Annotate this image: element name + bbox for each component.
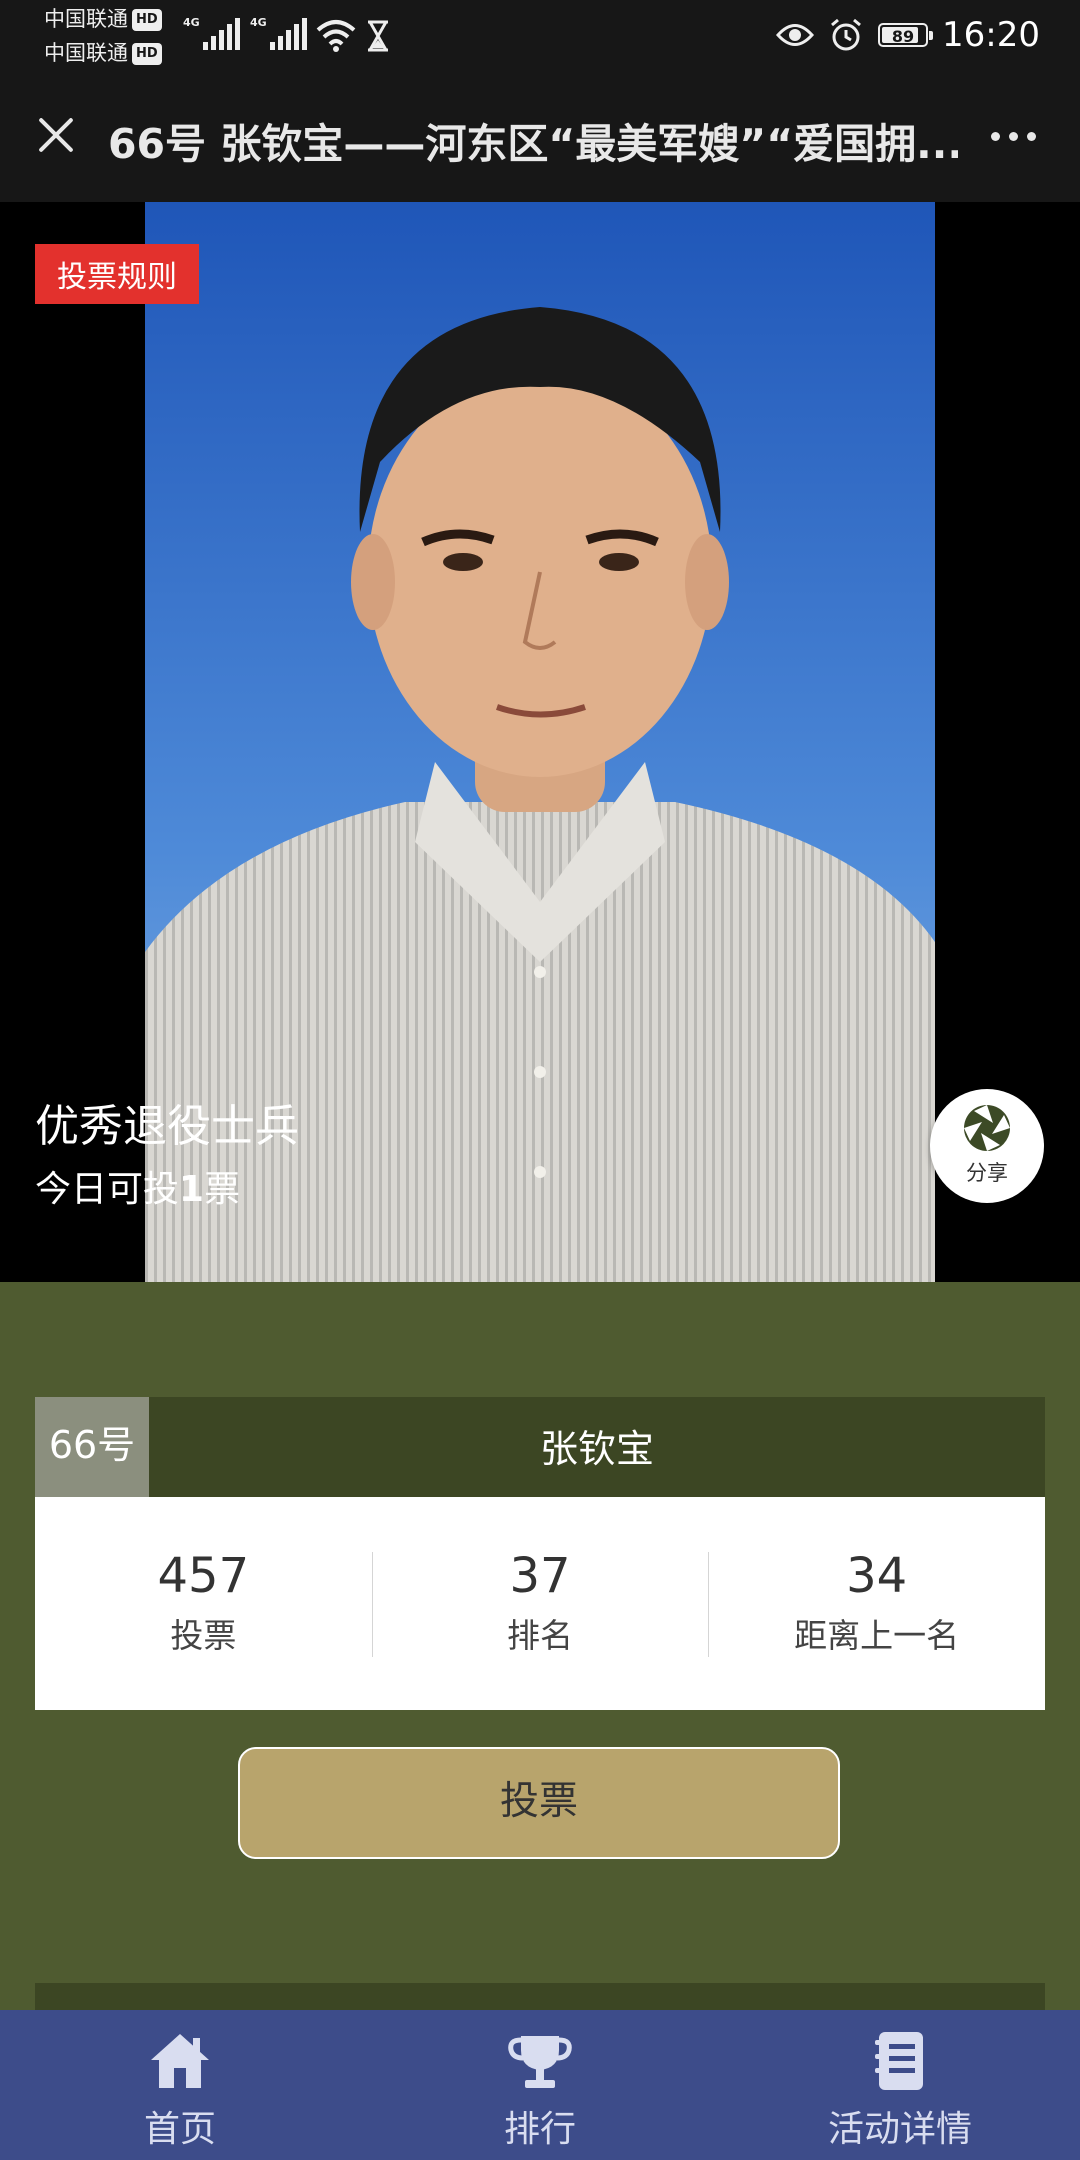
- votes-remaining-today: 今日可投1票: [35, 1169, 241, 1210]
- battery-icon: 89: [878, 23, 934, 47]
- candidate-name: 张钦宝: [539, 1427, 654, 1471]
- notebook-icon: [875, 2032, 923, 2090]
- clock: 16:20: [942, 15, 1040, 55]
- candidate-number: 66号: [35, 1397, 149, 1497]
- more-menu-button[interactable]: [991, 132, 1036, 141]
- close-icon[interactable]: [28, 108, 84, 164]
- hd-badge: HD: [132, 43, 162, 65]
- hourglass-icon: [368, 20, 388, 52]
- alarm-icon: [831, 18, 861, 51]
- carrier-2: 中国联通 HD: [44, 42, 162, 65]
- status-right: 89 16:20: [776, 12, 1040, 58]
- nav-activity-details[interactable]: 活动详情: [720, 2010, 1080, 2160]
- eye-icon: [776, 24, 815, 46]
- nav-home[interactable]: 首页: [0, 2010, 360, 2160]
- shutter-icon: [964, 1105, 1010, 1151]
- share-button[interactable]: 分享: [930, 1089, 1044, 1203]
- home-icon: [151, 2034, 209, 2088]
- page-title: 66号 张钦宝——河东区“最美军嫂”“爱国拥...: [108, 120, 958, 168]
- stat-gap-to-previous: 34 距离上一名: [708, 1497, 1045, 1710]
- stats-panel: 457 投票 37 排名 34 距离上一名: [35, 1497, 1045, 1710]
- candidate-category: 优秀退役士兵: [35, 1101, 299, 1152]
- bottom-nav: 首页 排行 活动详情: [0, 2010, 1080, 2160]
- hero-section: 投票规则 优秀退役士兵 今日可投1票 分享: [0, 202, 1080, 1282]
- voting-rules-button[interactable]: 投票规则: [35, 244, 199, 304]
- hd-badge: HD: [132, 9, 162, 31]
- share-label: 分享: [966, 1161, 1008, 1185]
- stat-rank: 37 排名: [371, 1497, 709, 1710]
- candidate-header: 66号 张钦宝: [35, 1397, 1045, 1497]
- nav-ranking[interactable]: 排行: [360, 2010, 720, 2160]
- carrier-1: 中国联通 HD: [44, 8, 162, 31]
- trophy-icon: [508, 2036, 572, 2088]
- status-bar: 中国联通 HD 中国联通 HD 4G 4G 89 16:20: [0, 0, 1080, 70]
- title-bar: 66号 张钦宝——河东区“最美军嫂”“爱国拥...: [0, 70, 1080, 202]
- vote-button[interactable]: 投票: [238, 1747, 840, 1859]
- wifi-icon: [316, 20, 356, 52]
- stat-votes: 457 投票: [157, 1548, 250, 1655]
